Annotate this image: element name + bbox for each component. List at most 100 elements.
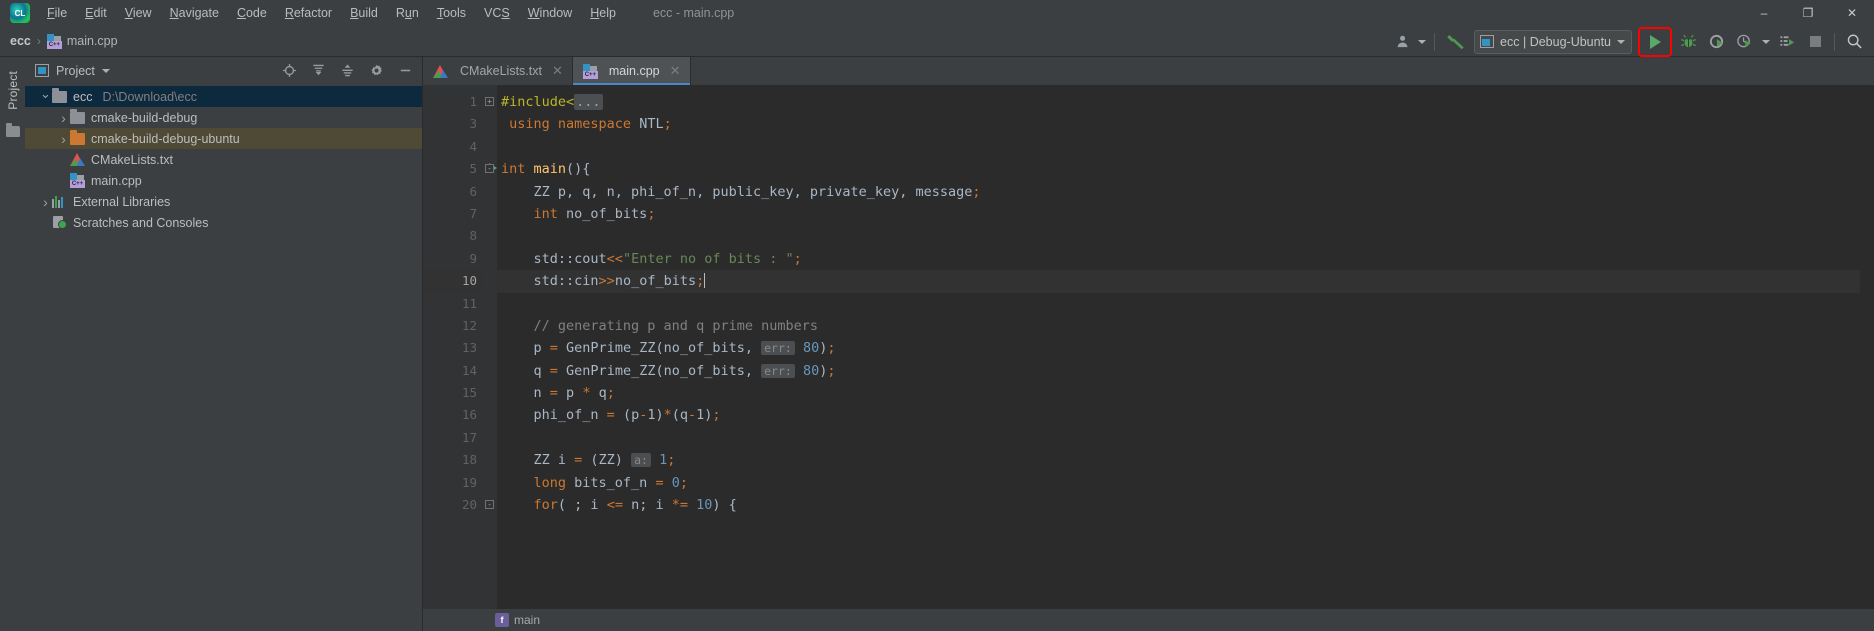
tree-item-scratches-and-consoles[interactable]: Scratches and Consoles bbox=[25, 212, 422, 233]
build-hammer-button[interactable] bbox=[1440, 29, 1470, 55]
code-token: q bbox=[590, 385, 607, 402]
breadcrumb-file[interactable]: C++ main.cpp bbox=[46, 33, 118, 49]
cpp-file-icon: C++ bbox=[582, 63, 598, 79]
code-line[interactable] bbox=[497, 225, 1860, 247]
code-token: q bbox=[501, 362, 550, 379]
run-with-coverage-button[interactable] bbox=[1702, 29, 1730, 55]
inlay-parameter-hint: a: bbox=[631, 453, 651, 468]
tree-item-cmake-build-debug[interactable]: cmake-build-debug bbox=[25, 107, 422, 128]
folder-icon[interactable] bbox=[5, 122, 20, 137]
tree-item-main-cpp[interactable]: C++ main.cpp bbox=[25, 170, 422, 191]
menu-item-build[interactable]: Build bbox=[341, 3, 387, 23]
tree-item-external-libraries[interactable]: External Libraries bbox=[25, 191, 422, 212]
code-line[interactable]: q = GenPrime_ZZ(no_of_bits, err: 80); bbox=[497, 360, 1860, 382]
code-line[interactable]: p = GenPrime_ZZ(no_of_bits, err: 80); bbox=[497, 337, 1860, 359]
code-line[interactable] bbox=[497, 427, 1860, 449]
debug-button[interactable] bbox=[1674, 29, 1702, 55]
code-line[interactable] bbox=[497, 293, 1860, 315]
stop-button[interactable] bbox=[1801, 29, 1829, 55]
code-line[interactable]: for( ; i <= n; i *= 10) { bbox=[497, 494, 1860, 516]
tree-item-cmake-build-debug-ubuntu[interactable]: cmake-build-debug-ubuntu bbox=[25, 128, 422, 149]
code-text[interactable]: #include<... using namespace NTL; int ma… bbox=[497, 85, 1860, 609]
editor-tab-main-cpp[interactable]: C++ main.cpp ✕ bbox=[572, 57, 691, 85]
close-icon[interactable]: ✕ bbox=[552, 63, 563, 79]
code-line[interactable]: ZZ p, q, n, phi_of_n, public_key, privat… bbox=[497, 181, 1860, 203]
fold-collapse-icon[interactable]: - bbox=[485, 500, 494, 510]
line-number: 5 bbox=[423, 158, 497, 180]
menu-item-file[interactable]: File bbox=[38, 3, 76, 23]
code-token: n bbox=[501, 385, 550, 402]
menu-item-window[interactable]: Window bbox=[519, 3, 581, 23]
menu-item-code[interactable]: Code bbox=[228, 3, 276, 23]
editor-tab-cmakelists[interactable]: CMakeLists.txt ✕ bbox=[423, 57, 573, 85]
code-token: 10 bbox=[696, 497, 713, 514]
menu-item-tools[interactable]: Tools bbox=[428, 3, 475, 23]
collapse-all-button[interactable] bbox=[336, 61, 358, 81]
chevron-right-icon[interactable] bbox=[57, 131, 70, 147]
search-everywhere-button[interactable] bbox=[1840, 29, 1868, 55]
run-button[interactable] bbox=[1638, 26, 1672, 57]
code-line[interactable]: // generating p and q prime numbers bbox=[497, 315, 1860, 337]
menu-item-run[interactable]: Run bbox=[387, 3, 428, 23]
code-token: using namespace bbox=[509, 116, 632, 133]
breadcrumb-project[interactable]: ecc bbox=[10, 34, 31, 48]
chevron-down-icon[interactable] bbox=[101, 68, 110, 73]
editor-tab-label: CMakeLists.txt bbox=[460, 64, 542, 78]
menu-item-navigate[interactable]: Navigate bbox=[161, 3, 228, 23]
close-button[interactable]: ✕ bbox=[1830, 0, 1874, 26]
error-stripe-gutter[interactable] bbox=[1860, 85, 1874, 609]
maximize-button[interactable]: ❐ bbox=[1786, 0, 1830, 26]
menu-item-help[interactable]: Help bbox=[581, 3, 625, 23]
chevron-right-icon[interactable] bbox=[57, 110, 70, 126]
tree-item-cmakelists[interactable]: CMakeLists.txt bbox=[25, 149, 422, 170]
fold-expand-icon[interactable]: + bbox=[485, 97, 494, 106]
code-token: 80 bbox=[802, 340, 820, 357]
code-line[interactable]: long bits_of_n = 0; bbox=[497, 472, 1860, 494]
user-avatar-dropdown[interactable] bbox=[1415, 29, 1429, 55]
code-line[interactable] bbox=[497, 136, 1860, 158]
menu-item-edit[interactable]: Edit bbox=[76, 3, 116, 23]
chevron-down-icon[interactable] bbox=[39, 89, 52, 105]
chevron-right-icon[interactable] bbox=[39, 194, 52, 210]
minimize-button[interactable]: – bbox=[1742, 0, 1786, 26]
hide-panel-button[interactable] bbox=[394, 61, 416, 81]
menu-item-refactor[interactable]: Refactor bbox=[276, 3, 341, 23]
settings-gear-button[interactable] bbox=[365, 61, 387, 81]
cpp-file-icon: C++ bbox=[46, 33, 62, 49]
select-opened-file-button[interactable] bbox=[278, 61, 300, 81]
code-token: main bbox=[533, 161, 567, 178]
profiler-icon bbox=[1736, 34, 1751, 48]
code-line[interactable]: n = p * q; bbox=[497, 382, 1860, 404]
code-line[interactable]: #include<... bbox=[497, 91, 1860, 113]
code-editor[interactable]: 1 3 4 5 6 7 8 9 10 11 12 13 14 15 16 17 18 19 20 + - - #incl… bbox=[423, 85, 1874, 609]
fold-marker-slot bbox=[483, 181, 497, 203]
code-token: 80 bbox=[802, 362, 820, 379]
attach-to-process-button[interactable] bbox=[1773, 29, 1801, 55]
code-line[interactable]: ZZ i = (ZZ) a: 1; bbox=[497, 449, 1860, 471]
run-configuration-label: ecc | Debug-Ubuntu bbox=[1500, 34, 1611, 49]
menu-item-view[interactable]: View bbox=[116, 3, 161, 23]
code-line[interactable]: int main(){ bbox=[497, 158, 1860, 180]
code-token: no_of_bits bbox=[557, 205, 648, 222]
code-line[interactable]: using namespace NTL; bbox=[497, 113, 1860, 135]
attach-icon bbox=[1779, 36, 1794, 46]
expand-all-button[interactable] bbox=[307, 61, 329, 81]
code-folding-gutter[interactable]: + - - bbox=[483, 85, 497, 609]
breadcrumb-function[interactable]: f main bbox=[495, 613, 540, 627]
code-line[interactable]: phi_of_n = (p-1)*(q-1); bbox=[497, 404, 1860, 426]
user-avatar-button[interactable] bbox=[1391, 29, 1415, 55]
profile-dropdown[interactable] bbox=[1758, 29, 1773, 55]
code-line[interactable]: std::cout<<"Enter no of bits : "; bbox=[497, 248, 1860, 270]
tool-window-tab-project[interactable]: Project bbox=[4, 65, 22, 116]
code-token: int bbox=[501, 161, 534, 178]
profile-button[interactable] bbox=[1730, 29, 1758, 55]
fold-collapse-icon[interactable]: - bbox=[485, 164, 494, 174]
tree-item-ecc[interactable]: ecc D:\Download\ecc bbox=[25, 86, 422, 107]
close-icon[interactable]: ✕ bbox=[670, 63, 681, 79]
menu-item-vcs[interactable]: VCS bbox=[475, 3, 519, 23]
run-configuration-selector[interactable]: ecc | Debug-Ubuntu bbox=[1474, 29, 1632, 54]
code-line[interactable]: std::cin>>no_of_bits; bbox=[497, 270, 1860, 293]
code-token: ; bbox=[793, 250, 802, 267]
code-line[interactable]: int no_of_bits; bbox=[497, 203, 1860, 225]
